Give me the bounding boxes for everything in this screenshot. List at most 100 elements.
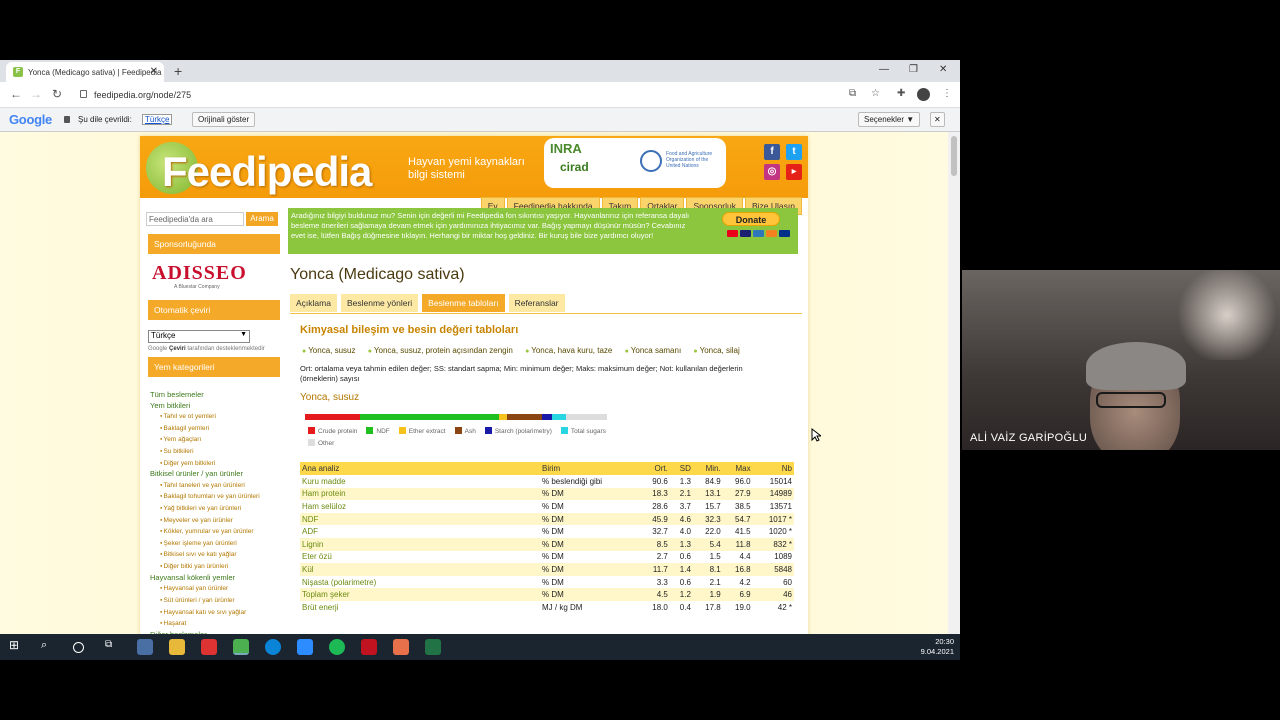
category-subitem[interactable]: Haşarat [150, 618, 282, 630]
scrollbar-thumb[interactable] [951, 136, 957, 176]
analysis-name-cell[interactable]: NDF [300, 512, 540, 526]
analysis-name-cell[interactable]: Lignin [300, 537, 540, 551]
lock-icon[interactable] [80, 90, 87, 98]
category-subitem[interactable]: Süt ürünleri / yan ürünler [150, 595, 282, 607]
pdf-app-icon[interactable] [201, 639, 217, 655]
close-tab-icon[interactable]: ✕ [150, 66, 158, 77]
zoom-icon[interactable] [297, 639, 313, 655]
feed-link[interactable]: Yonca samanı [625, 346, 682, 355]
options-button[interactable]: Seçenekler ▼ [858, 112, 921, 127]
language-select[interactable]: Türkçe ▼ [148, 330, 250, 343]
youtube-icon[interactable]: ▶ [786, 164, 802, 180]
category-subitem[interactable]: Diğer yem bitkileri [150, 458, 282, 470]
category-subitem[interactable]: Yem ağaçları [150, 434, 282, 446]
category-item[interactable]: Bitkisel ürünler / yan ürünler [150, 469, 282, 480]
feed-link[interactable]: Yonca, susuz [302, 346, 355, 355]
inra-logo[interactable]: INRA [550, 141, 582, 156]
cirad-logo[interactable]: cirad [560, 160, 589, 174]
category-subitem[interactable]: Şeker işleme yan ürünleri [150, 538, 282, 550]
analysis-name-cell[interactable]: Toplam şeker [300, 588, 540, 601]
menu-dots-icon[interactable]: ⋮ [942, 88, 952, 99]
minimize-button[interactable]: — [879, 64, 889, 75]
new-tab-button[interactable]: + [174, 63, 182, 79]
analysis-name-cell[interactable]: Ham selüloz [300, 500, 540, 513]
close-translate-bar-icon[interactable]: ✕ [930, 112, 945, 127]
search-icon[interactable]: ⌕ [41, 639, 57, 655]
feed-link[interactable]: Yonca, hava kuru, taze [525, 346, 612, 355]
tab-references[interactable]: Referanslar [508, 294, 565, 312]
category-subitem[interactable]: Baklagil yemleri [150, 423, 282, 435]
category-subitem[interactable]: Tahıl ve ot yemleri [150, 411, 282, 423]
analysis-name-cell[interactable]: Nişasta (polarimetre) [300, 576, 540, 589]
excel-icon[interactable] [425, 639, 441, 655]
feed-link[interactable]: Yonca, susuz, protein açısından zengin [368, 346, 513, 355]
category-subitem[interactable]: Tahıl taneleri ve yan ürünleri [150, 480, 282, 492]
table-cell: 11.8 [722, 537, 753, 551]
composition-legend-item: Crude protein [308, 426, 357, 438]
back-arrow-icon[interactable]: ← [10, 87, 22, 101]
category-subitem[interactable]: Su bitkileri [150, 446, 282, 458]
category-subitem[interactable]: Meyveler ve yan ürünler [150, 515, 282, 527]
category-subitem[interactable]: Hayvansal yan ürünler [150, 583, 282, 595]
site-logo[interactable]: Feedipedia [162, 148, 372, 196]
legend-label: Total sugars [570, 428, 606, 435]
analysis-name-cell[interactable]: Brüt enerji [300, 601, 540, 614]
donate-button[interactable]: Donate [722, 212, 780, 226]
restore-button[interactable]: ❐ [909, 64, 918, 75]
table-cell: 8.1 [692, 563, 723, 576]
translate-link[interactable]: Çeviri [169, 346, 186, 352]
search-input[interactable]: Feedipedia'da ara [146, 212, 244, 226]
category-item[interactable]: Tüm beslemeler [150, 390, 282, 401]
page-scrollbar[interactable] [948, 132, 960, 634]
category-subitem[interactable]: Baklagil tohumları ve yan ürünleri [150, 491, 282, 503]
composition-legend: Crude protein NDF Ether extract Ash Starch (… [308, 426, 648, 450]
category-subitem[interactable]: Yağ bitkileri ve yan ürünleri [150, 503, 282, 515]
browser-tab[interactable]: F Yonca (Medicago sativa) | Feedipedia ✕ [6, 62, 164, 82]
analysis-name-cell[interactable]: ADF [300, 525, 540, 538]
language-dropdown[interactable]: Türkçe [142, 114, 173, 125]
chrome-icon[interactable] [233, 639, 249, 655]
tab-nutritional-tables[interactable]: Beslenme tabloları [422, 294, 505, 312]
tab-description[interactable]: Açıklama [290, 294, 337, 312]
analysis-name-cell[interactable]: Kuru madde [300, 475, 540, 488]
category-item[interactable]: Hayvansal kökenli yemler [150, 573, 282, 584]
category-subitem[interactable]: Hayvansal katı ve sıvı yağlar [150, 607, 282, 619]
category-subitem[interactable]: Bitkisel sıvı ve katı yağlar [150, 549, 282, 561]
translate-icon[interactable]: ⧉ [849, 88, 856, 99]
acrobat-icon[interactable] [361, 639, 377, 655]
app-icon-1[interactable] [137, 639, 153, 655]
sponsor-subtitle: A Bluestar Company [174, 284, 220, 290]
cortana-icon[interactable] [73, 642, 84, 653]
spotify-icon[interactable] [329, 639, 345, 655]
profile-avatar-icon[interactable] [917, 88, 930, 101]
reload-icon[interactable]: ↻ [52, 87, 62, 101]
analysis-name-cell[interactable]: Eter özü [300, 551, 540, 564]
extensions-icon[interactable]: ✚ [897, 88, 905, 99]
app-icon-2[interactable] [393, 639, 409, 655]
amex-icon [753, 230, 764, 237]
category-item[interactable]: Yem bitkileri [150, 401, 282, 412]
forward-arrow-icon[interactable]: → [30, 87, 42, 101]
sponsor-logo[interactable]: ADISSEO [152, 262, 247, 285]
twitter-icon[interactable]: t [786, 144, 802, 160]
show-original-button[interactable]: Orijinali göster [192, 112, 256, 127]
tab-nutritional-aspects[interactable]: Beslenme yönleri [340, 294, 419, 312]
file-explorer-icon[interactable] [169, 639, 185, 655]
analysis-name-cell[interactable]: Kül [300, 563, 540, 576]
search-button[interactable]: Arama [246, 212, 278, 226]
system-clock[interactable]: 20:30 9.04.2021 [921, 637, 954, 657]
feed-link[interactable]: Yonca, silaj [693, 346, 739, 355]
bookmark-star-icon[interactable]: ☆ [871, 88, 880, 99]
fao-logo-icon[interactable] [640, 150, 662, 172]
edge-icon[interactable] [265, 639, 281, 655]
facebook-icon[interactable]: f [764, 144, 780, 160]
instagram-icon[interactable]: ◎ [764, 164, 780, 180]
url-field[interactable]: feedipedia.org/node/275 [94, 90, 191, 100]
windows-start-icon[interactable]: ⊞ [9, 638, 25, 654]
category-subitem[interactable]: Kökler, yumrular ve yan ürünler [150, 526, 282, 538]
task-view-icon[interactable]: ⧉ [105, 639, 121, 655]
analysis-name-cell[interactable]: Ham protein [300, 487, 540, 501]
close-window-button[interactable]: ✕ [939, 64, 947, 75]
section-title: Kimyasal bileşim ve besin değeri tablola… [300, 324, 519, 336]
category-subitem[interactable]: Diğer bitki yan ürünleri [150, 561, 282, 573]
